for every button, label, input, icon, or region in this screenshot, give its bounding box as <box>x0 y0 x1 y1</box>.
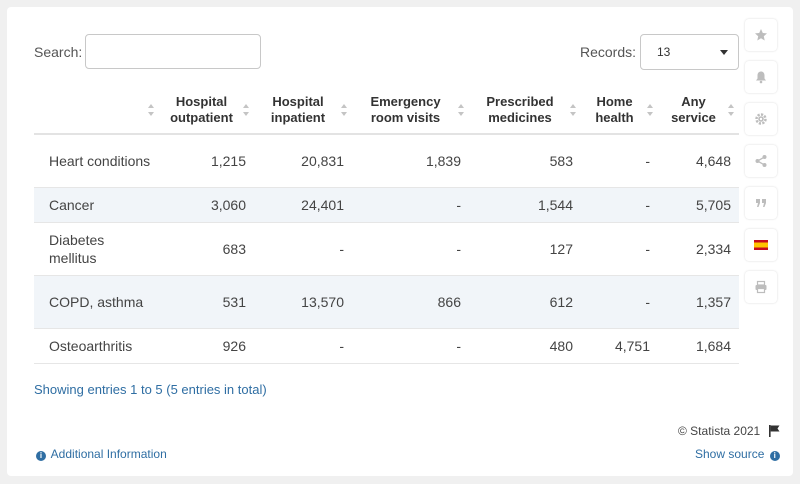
cell-value: 20,831 <box>254 134 352 188</box>
cell-value: 1,544 <box>469 187 581 223</box>
settings-button[interactable] <box>745 103 777 135</box>
column-header-hospital-outpatient[interactable]: Hospital outpatient <box>159 87 254 135</box>
cell-condition: COPD, asthma <box>34 275 159 329</box>
cell-condition: Osteoarthritis <box>34 328 159 364</box>
cell-value: 1,839 <box>352 134 469 188</box>
cell-value: 24,401 <box>254 187 352 223</box>
column-header-hospital-inpatient[interactable]: Hospital inpatient <box>254 87 352 135</box>
cell-value: - <box>352 222 469 276</box>
sort-icon <box>243 104 250 116</box>
cell-condition: Heart conditions <box>34 134 159 188</box>
share-icon <box>755 155 767 167</box>
cell-condition: Cancer <box>34 187 159 223</box>
copyright-text: © Statista 2021 <box>678 424 761 438</box>
language-button[interactable] <box>745 229 777 261</box>
entries-info: Showing entries 1 to 5 (5 entries in tot… <box>34 382 267 397</box>
cell-value: - <box>581 222 658 276</box>
spain-flag-icon <box>754 240 768 250</box>
table-row: Osteoarthritis 926 - - 480 4,751 1,684 <box>34 328 739 364</box>
cell-value: 683 <box>159 222 254 276</box>
search-label: Search: <box>34 44 83 60</box>
cell-value: 480 <box>469 328 581 364</box>
print-icon <box>755 280 767 294</box>
caret-down-icon <box>720 50 728 55</box>
table-header-row: Hospital outpatient Hospital inpatient Eme… <box>34 87 739 135</box>
cell-value: 3,060 <box>159 187 254 223</box>
records-value: 13 <box>657 45 671 59</box>
info-icon: i <box>769 451 780 461</box>
cell-value: 4,751 <box>581 328 658 364</box>
cell-value: 583 <box>469 134 581 188</box>
table-row: Cancer 3,060 24,401 - 1,544 - 5,705 <box>34 187 739 223</box>
cell-value: 13,570 <box>254 275 352 329</box>
sort-icon <box>570 104 577 116</box>
cell-value: 5,705 <box>658 187 739 223</box>
cell-value: 127 <box>469 222 581 276</box>
cell-value: 531 <box>159 275 254 329</box>
column-header-condition[interactable] <box>34 87 159 135</box>
star-icon <box>755 29 767 41</box>
column-header-emergency-room-visits[interactable]: Emergency room visits <box>352 87 469 135</box>
sort-icon <box>647 104 654 116</box>
favorite-button[interactable] <box>745 19 777 51</box>
show-source-link[interactable]: Show source i <box>695 447 782 461</box>
column-header-home-health[interactable]: Home health <box>581 87 658 135</box>
cell-value: - <box>254 328 352 364</box>
table-row: Heart conditions 1,215 20,831 1,839 583 … <box>34 134 739 188</box>
cell-value: - <box>581 187 658 223</box>
records-select[interactable]: 13 <box>640 34 739 70</box>
quote-icon <box>756 199 766 207</box>
cell-value: 1,215 <box>159 134 254 188</box>
gear-icon <box>755 113 767 125</box>
sort-icon <box>148 104 155 116</box>
table-row: Diabetes mellitus 683 - - 127 - 2,334 <box>34 222 739 276</box>
column-header-prescribed-medicines[interactable]: Prescribed medicines <box>469 87 581 135</box>
cell-value: 4,648 <box>658 134 739 188</box>
cell-value: 1,684 <box>658 328 739 364</box>
search-input[interactable] <box>85 34 261 69</box>
sort-icon <box>341 104 348 116</box>
records-label: Records: <box>580 44 637 60</box>
share-button[interactable] <box>745 145 777 177</box>
cell-value: 866 <box>352 275 469 329</box>
cell-value: - <box>581 275 658 329</box>
column-header-any-service[interactable]: Any service <box>658 87 739 135</box>
cell-condition: Diabetes mellitus <box>34 222 159 276</box>
flag-icon[interactable] <box>769 425 780 437</box>
statistic-card: Search: Records: 13 Hospital outpatient H… <box>7 7 793 476</box>
cell-value: - <box>581 134 658 188</box>
info-icon: i <box>36 451 46 461</box>
notification-button[interactable] <box>745 61 777 93</box>
cell-value: 926 <box>159 328 254 364</box>
table-row: COPD, asthma 531 13,570 866 612 - 1,357 <box>34 275 739 329</box>
data-table: Hospital outpatient Hospital inpatient Eme… <box>34 87 739 364</box>
bell-icon <box>756 71 766 84</box>
cell-value: 612 <box>469 275 581 329</box>
sort-icon <box>728 104 735 116</box>
print-button[interactable] <box>745 271 777 303</box>
cell-value: 1,357 <box>658 275 739 329</box>
cell-value: - <box>352 328 469 364</box>
cite-button[interactable] <box>745 187 777 219</box>
cell-value: - <box>352 187 469 223</box>
sort-icon <box>458 104 465 116</box>
cell-value: - <box>254 222 352 276</box>
cell-value: 2,334 <box>658 222 739 276</box>
additional-information-link[interactable]: i Additional Information <box>34 447 167 461</box>
